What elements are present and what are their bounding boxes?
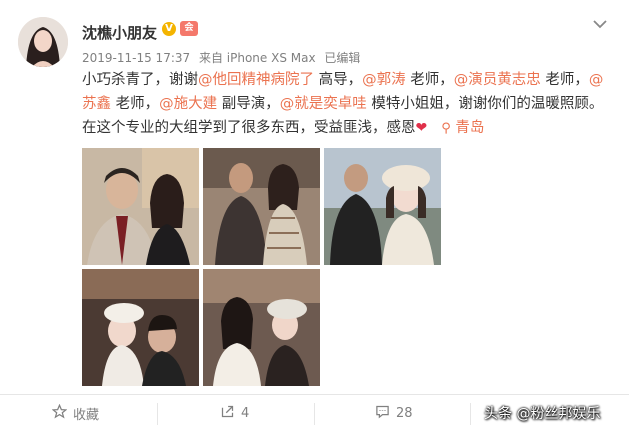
post-text: 小巧杀青了，谢谢@他回精神病院了 高导，@郭涛 老师，@演员黄志忠 老师，@苏鑫… xyxy=(82,68,607,141)
comment-button[interactable]: 28 xyxy=(375,404,413,423)
mention-link[interactable]: @郭涛 xyxy=(362,72,406,88)
text-segment: 老师， xyxy=(540,72,589,88)
chevron-down-icon[interactable] xyxy=(591,15,609,33)
text-segment: 小巧杀青了，谢谢 xyxy=(82,72,198,88)
favorite-button[interactable]: 收藏 xyxy=(51,403,100,423)
star-icon xyxy=(51,403,68,423)
repost-count: 4 xyxy=(241,406,250,421)
mention-link[interactable]: @他回精神病院了 xyxy=(198,72,314,88)
source: 来自 iPhone XS Max xyxy=(198,51,316,65)
photo-thumbnail[interactable] xyxy=(324,148,441,265)
location-link[interactable]: ⚲ 青岛 xyxy=(441,120,484,136)
mention-link[interactable]: @演员黄志忠 xyxy=(454,72,541,88)
repost-button[interactable]: 4 xyxy=(220,404,249,423)
photo-thumbnail[interactable] xyxy=(203,269,320,386)
post-meta: 2019-11-15 17:37 来自 iPhone XS Max 已编辑 xyxy=(82,49,365,66)
comment-icon xyxy=(375,404,390,423)
photo-thumbnail[interactable] xyxy=(82,269,199,386)
divider xyxy=(0,394,629,395)
text-segment: 高导， xyxy=(314,72,363,88)
avatar[interactable] xyxy=(18,17,68,67)
text-segment: 老师， xyxy=(405,72,454,88)
photo-thumbnail[interactable] xyxy=(82,148,199,265)
photo-thumbnail[interactable] xyxy=(203,148,320,265)
timestamp[interactable]: 2019-11-15 17:37 xyxy=(82,51,190,65)
divider xyxy=(314,403,315,425)
repost-icon xyxy=(220,404,235,423)
mention-link[interactable]: @就是奕卓哇 xyxy=(280,96,367,112)
username[interactable]: 沈樵小朋友 xyxy=(82,22,157,43)
watermark: 头条 @粉丝邦娱乐 xyxy=(484,406,601,422)
vip-badge[interactable]: 会 xyxy=(180,21,198,36)
text-segment: 老师， xyxy=(111,96,160,112)
text-segment: 副导演， xyxy=(217,96,280,112)
favorite-label: 收藏 xyxy=(73,408,100,423)
comment-count: 28 xyxy=(396,406,413,421)
edited-label[interactable]: 已编辑 xyxy=(324,51,360,65)
location-pin-icon: ⚲ xyxy=(441,121,451,136)
divider xyxy=(470,403,471,425)
heart-icon: ❤ xyxy=(415,120,428,136)
verified-badge: V xyxy=(162,22,176,36)
location-label: 青岛 xyxy=(455,120,485,136)
divider xyxy=(157,403,158,425)
mention-link[interactable]: @施大建 xyxy=(159,96,217,112)
